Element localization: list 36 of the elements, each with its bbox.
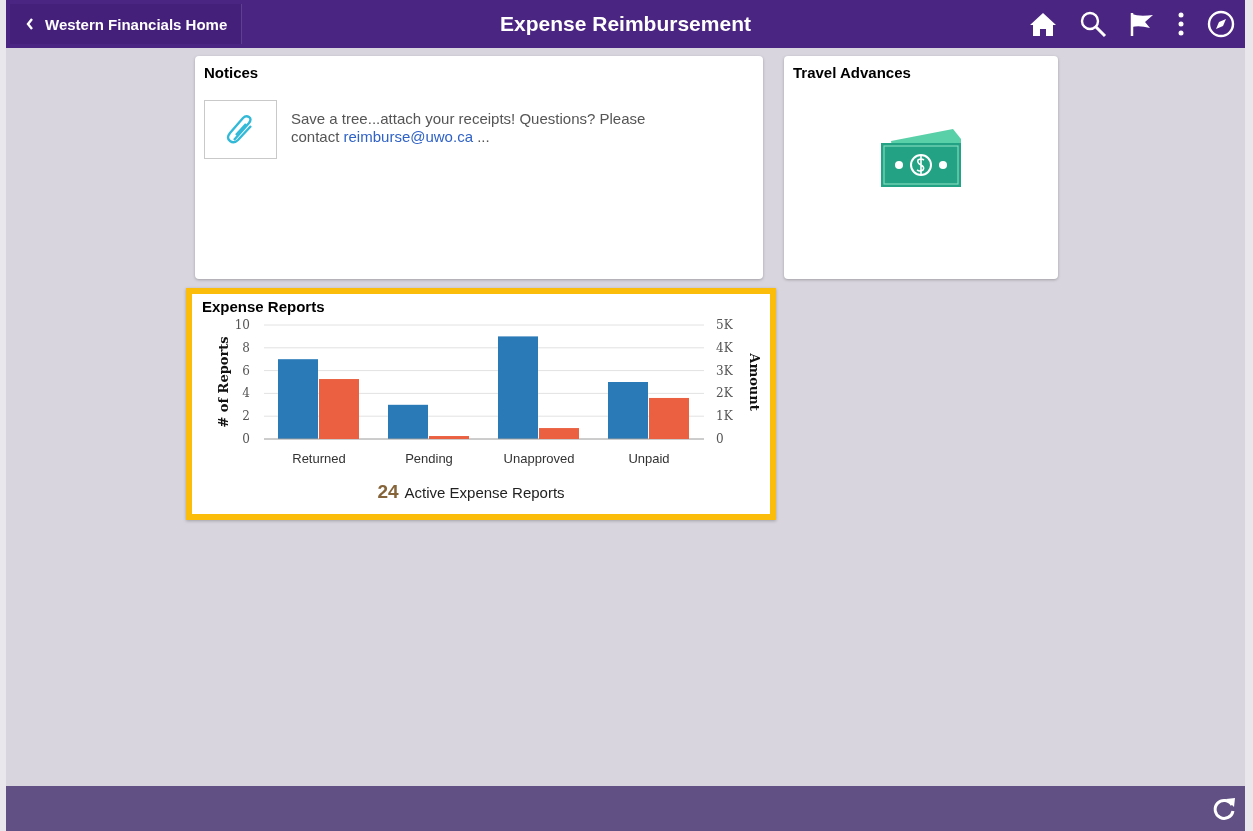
flag-icon[interactable] xyxy=(1129,11,1155,37)
report-count: 24 xyxy=(377,481,399,503)
tile[interactable]: Notices Save a tree...attach your receipts! Questions? Please contact reimburse@uwo.ca ... xyxy=(195,56,763,279)
axis-title: Amount xyxy=(747,353,762,411)
axis-tick: 4 xyxy=(242,386,250,401)
back-button[interactable]: Western Financials Home xyxy=(10,4,243,44)
category-label: Unapproved xyxy=(503,451,575,466)
more-icon[interactable] xyxy=(1177,11,1185,37)
count-label: Active Expense Reports xyxy=(404,484,565,501)
axis-tick: 2K xyxy=(716,386,733,401)
axis-tick: 1K xyxy=(716,409,733,424)
category-label: Returned xyxy=(292,451,346,466)
axis-tick: 2 xyxy=(242,409,250,424)
page-title: Expense Reimbursement xyxy=(500,12,751,36)
refresh-icon[interactable] xyxy=(1211,795,1237,822)
tile-title: Travel Advances xyxy=(793,64,912,81)
axis-title: # of Reports xyxy=(216,336,231,428)
axis-tick: 6 xyxy=(242,363,250,378)
axis-tick: 4K xyxy=(716,340,733,355)
tile[interactable]: Travel Advances xyxy=(784,56,1058,279)
axis-tick: 0 xyxy=(716,432,724,446)
axis-tick: 10 xyxy=(234,318,250,332)
axis-tick: 8 xyxy=(242,340,250,355)
tile-title: Notices xyxy=(204,64,260,81)
axis-tick: 5K xyxy=(716,318,733,332)
compass-icon[interactable] xyxy=(1207,10,1235,38)
category-label: Pending xyxy=(405,451,453,466)
chevron-left-icon xyxy=(26,18,34,30)
tile-title: Expense Reports xyxy=(202,298,326,315)
notice-text: Save a tree...attach your receipts! Questions? Please contact reimburse@uwo.ca ... xyxy=(291,110,647,146)
axis-tick: 0 xyxy=(242,432,250,446)
axis-tick: 3K xyxy=(716,363,733,378)
category-label: Unpaid xyxy=(628,451,670,466)
email-link[interactable]: reimburse@uwo.ca xyxy=(343,128,473,145)
home-icon[interactable] xyxy=(1029,11,1057,37)
search-icon[interactable] xyxy=(1079,10,1107,38)
